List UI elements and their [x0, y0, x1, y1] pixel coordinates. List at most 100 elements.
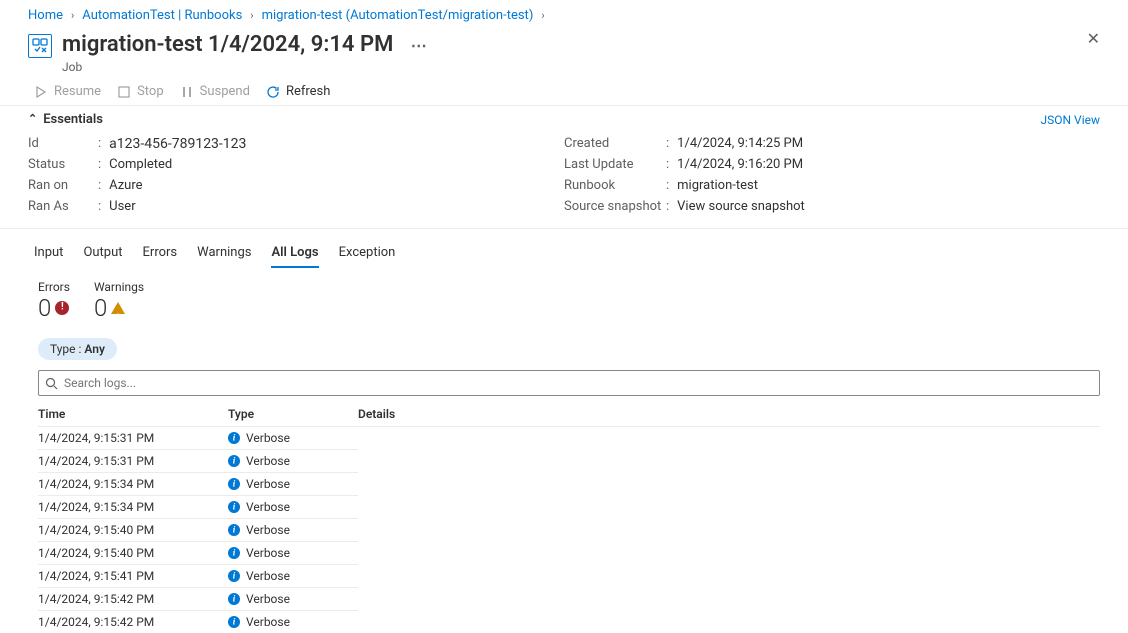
refresh-button[interactable]: Refresh	[266, 84, 330, 99]
log-time: 1/4/2024, 9:15:40 PM	[38, 546, 228, 560]
ess-status-label: Status	[28, 155, 98, 175]
info-icon	[228, 501, 240, 513]
type-filter-pill[interactable]: Type : Any	[38, 338, 117, 360]
ess-ranas-value: User	[109, 197, 135, 217]
error-icon	[55, 301, 69, 315]
ess-snapshot-link[interactable]: View source snapshot	[677, 197, 805, 217]
log-type: Verbose	[228, 569, 358, 583]
log-tabs: Input Output Errors Warnings All Logs Ex…	[0, 229, 1128, 268]
log-filters: Type : Any	[0, 328, 1128, 370]
errors-counter-label: Errors	[38, 280, 70, 294]
type-filter-value: Any	[84, 342, 105, 356]
tab-exception[interactable]: Exception	[339, 245, 396, 268]
chevron-right-icon: ›	[69, 9, 76, 22]
warnings-counter-value: 0	[94, 294, 107, 322]
play-icon	[34, 85, 48, 99]
resume-button[interactable]: Resume	[34, 84, 101, 99]
tab-errors[interactable]: Errors	[143, 245, 178, 268]
log-time: 1/4/2024, 9:15:42 PM	[38, 615, 228, 629]
info-icon	[228, 455, 240, 467]
info-icon	[228, 570, 240, 582]
info-icon	[228, 524, 240, 536]
stop-button[interactable]: Stop	[117, 84, 164, 99]
ess-lastupdate-label: Last Update	[564, 155, 666, 175]
tab-input[interactable]: Input	[34, 245, 63, 268]
log-time: 1/4/2024, 9:15:34 PM	[38, 477, 228, 491]
chevron-up-icon: ⌃	[28, 112, 37, 125]
info-icon	[228, 478, 240, 490]
refresh-label: Refresh	[286, 84, 330, 99]
errors-counter-value: 0	[38, 294, 51, 322]
log-type: Verbose	[228, 523, 358, 537]
ess-runbook-link[interactable]: migration-test	[677, 176, 758, 196]
log-type: Verbose	[228, 500, 358, 514]
search-logs[interactable]	[38, 370, 1100, 396]
ess-lastupdate-value: 1/4/2024, 9:16:20 PM	[677, 155, 803, 175]
ess-status-value: Completed	[109, 155, 172, 175]
table-row[interactable]: 1/4/2024, 9:15:42 PMVerbose	[38, 611, 358, 633]
log-type: Verbose	[228, 431, 358, 445]
log-type: Verbose	[228, 546, 358, 560]
log-time: 1/4/2024, 9:15:41 PM	[38, 569, 228, 583]
ess-created-value: 1/4/2024, 9:14:25 PM	[677, 134, 803, 154]
log-type: Verbose	[228, 592, 358, 606]
table-row[interactable]: 1/4/2024, 9:15:41 PMVerbose	[38, 565, 358, 588]
suspend-button[interactable]: Suspend	[180, 84, 250, 99]
ess-created-label: Created	[564, 134, 666, 154]
ess-runbook-label: Runbook	[564, 176, 666, 196]
json-view-link[interactable]: JSON View	[1041, 113, 1100, 127]
table-row[interactable]: 1/4/2024, 9:15:31 PMVerbose	[38, 450, 358, 473]
warnings-counter-label: Warnings	[94, 280, 144, 294]
table-row[interactable]: 1/4/2024, 9:15:40 PMVerbose	[38, 542, 358, 565]
suspend-label: Suspend	[200, 84, 250, 99]
chevron-right-icon: ›	[539, 9, 546, 22]
info-icon	[228, 593, 240, 605]
log-type: Verbose	[228, 477, 358, 491]
refresh-icon	[266, 85, 280, 99]
ess-ranon-label: Ran on	[28, 176, 98, 196]
close-button[interactable]: ✕	[1087, 29, 1100, 49]
tab-output[interactable]: Output	[83, 245, 122, 268]
log-type: Verbose	[228, 615, 358, 629]
log-time: 1/4/2024, 9:15:31 PM	[38, 431, 228, 445]
info-icon	[228, 432, 240, 444]
log-counters: Errors 0 Warnings 0	[0, 268, 1128, 328]
info-icon	[228, 616, 240, 628]
log-table: Time Type Details 1/4/2024, 9:15:31 PMVe…	[0, 402, 1128, 633]
table-row[interactable]: 1/4/2024, 9:15:31 PMVerbose	[38, 427, 358, 450]
log-time: 1/4/2024, 9:15:34 PM	[38, 500, 228, 514]
stop-label: Stop	[137, 84, 164, 99]
ess-id-value: a123-456-789123-123	[109, 134, 246, 154]
page-title: migration-test 1/4/2024, 9:14 PM	[62, 32, 393, 57]
log-time: 1/4/2024, 9:15:40 PM	[38, 523, 228, 537]
col-time[interactable]: Time	[38, 407, 228, 421]
ess-ranas-label: Ran As	[28, 197, 98, 217]
more-actions-button[interactable]: ⋯	[411, 36, 428, 55]
ess-snapshot-label: Source snapshot	[564, 197, 666, 217]
tab-warnings[interactable]: Warnings	[197, 245, 251, 268]
crumb-runbook[interactable]: migration-test (AutomationTest/migration…	[262, 8, 534, 23]
table-row[interactable]: 1/4/2024, 9:15:34 PMVerbose	[38, 473, 358, 496]
tab-all-logs[interactable]: All Logs	[271, 245, 318, 268]
search-icon	[45, 377, 58, 390]
page-subtitle: Job	[62, 60, 428, 74]
crumb-runbooks[interactable]: AutomationTest | Runbooks	[82, 8, 242, 23]
pause-icon	[180, 85, 194, 99]
col-details[interactable]: Details	[358, 407, 1100, 421]
ess-ranon-value: Azure	[109, 176, 142, 196]
log-type: Verbose	[228, 454, 358, 468]
search-input[interactable]	[60, 374, 1093, 392]
toolbar: Resume Stop Suspend Refresh	[0, 74, 1128, 106]
table-row[interactable]: 1/4/2024, 9:15:42 PMVerbose	[38, 588, 358, 611]
ess-id-label: Id	[28, 134, 98, 154]
crumb-home[interactable]: Home	[28, 8, 63, 23]
essentials-toggle[interactable]: ⌃ Essentials JSON View	[0, 106, 1128, 133]
resume-label: Resume	[54, 84, 101, 99]
table-row[interactable]: 1/4/2024, 9:15:34 PMVerbose	[38, 496, 358, 519]
table-row[interactable]: 1/4/2024, 9:15:40 PMVerbose	[38, 519, 358, 542]
col-type[interactable]: Type	[228, 407, 358, 421]
stop-icon	[117, 85, 131, 99]
breadcrumb: Home › AutomationTest | Runbooks › migra…	[0, 0, 1128, 27]
job-icon	[28, 34, 52, 58]
page-header: migration-test 1/4/2024, 9:14 PM ⋯ Job ✕	[0, 27, 1128, 74]
